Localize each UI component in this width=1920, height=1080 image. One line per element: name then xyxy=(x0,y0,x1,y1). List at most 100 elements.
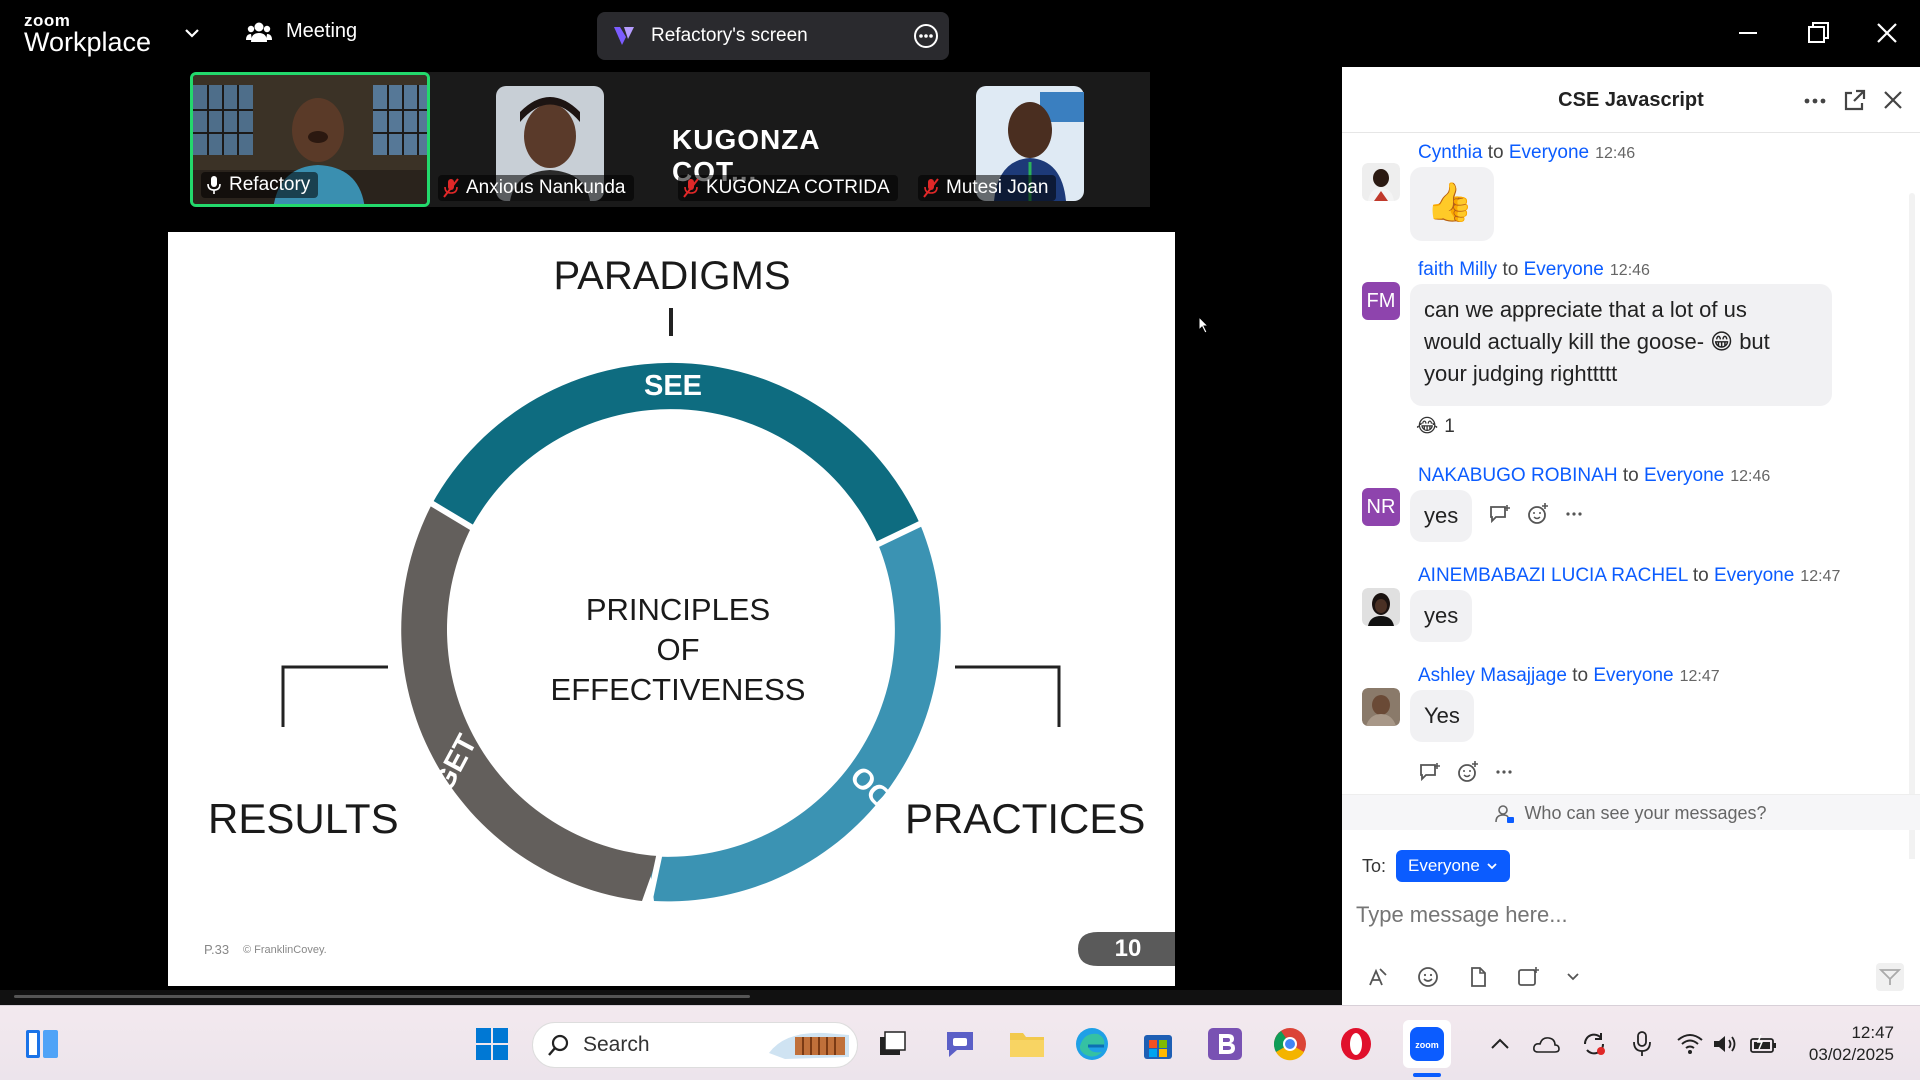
to-word: to xyxy=(1487,142,1504,163)
chat-message-bubble[interactable]: yes xyxy=(1410,590,1473,642)
format-text-icon[interactable] xyxy=(1366,965,1390,989)
more-icon[interactable] xyxy=(1494,762,1514,782)
recipient-name: Everyone xyxy=(1714,565,1795,586)
sender-name[interactable]: AINEMBABAZI LUCIA RACHEL xyxy=(1418,565,1688,586)
sender-name[interactable]: Cynthia xyxy=(1418,142,1482,163)
opera-icon[interactable] xyxy=(1336,1024,1376,1064)
avatar: NR xyxy=(1362,488,1400,526)
restore-icon[interactable] xyxy=(1803,18,1833,48)
person-lock-icon xyxy=(1495,805,1515,824)
chat-message-bubble[interactable]: yes xyxy=(1410,490,1473,542)
message-meta: faith Milly to Everyone 12:46 xyxy=(1418,259,1650,281)
sender-name[interactable]: NAKABUGO ROBINAH xyxy=(1418,465,1618,486)
search-highlight-image xyxy=(769,1032,849,1059)
edge-icon[interactable] xyxy=(1072,1024,1112,1064)
horizontal-scrollbar[interactable] xyxy=(14,995,750,998)
laugh-emoji-icon: 😂 xyxy=(1416,416,1439,437)
sender-name[interactable]: faith Milly xyxy=(1418,259,1497,280)
message-time: 12:46 xyxy=(1730,468,1771,485)
who-can-see-text: Who can see your messages? xyxy=(1524,803,1767,823)
recipient-name: Everyone xyxy=(1523,259,1604,280)
battery-icon[interactable] xyxy=(1744,1024,1784,1064)
reaction-chip[interactable]: 😂 1 xyxy=(1416,415,1455,438)
close-icon[interactable] xyxy=(1872,18,1902,48)
message-time: 12:46 xyxy=(1609,262,1650,279)
wifi-icon[interactable] xyxy=(1670,1024,1710,1064)
thumbs-up-message[interactable]: 👍 xyxy=(1410,167,1494,241)
chat-toolbar xyxy=(1366,965,1580,989)
chat-panel: CSE Javascript Cynthia to Everyone 12:46 … xyxy=(1342,67,1920,1005)
file-explorer-icon[interactable] xyxy=(1007,1024,1047,1064)
recipient-dropdown[interactable]: Everyone xyxy=(1396,850,1510,882)
sender-name[interactable]: Ashley Masajjage xyxy=(1418,665,1567,686)
video-tile-refactory[interactable]: Refactory xyxy=(190,72,430,207)
share-bottom-bar xyxy=(0,990,1342,1005)
more-options-icon[interactable] xyxy=(913,23,939,49)
recipient-value: Everyone xyxy=(1408,856,1480,875)
chat-header: CSE Javascript xyxy=(1342,67,1920,133)
reply-icon[interactable] xyxy=(1418,761,1442,783)
chevron-down-icon[interactable] xyxy=(183,24,201,42)
chevron-down-icon[interactable] xyxy=(1566,971,1580,983)
message-line: would actually kill the goose- 😁 but xyxy=(1424,329,1770,354)
minimize-icon[interactable] xyxy=(1733,18,1763,48)
add-reaction-icon[interactable] xyxy=(1456,760,1480,784)
emoji-icon[interactable] xyxy=(1416,965,1440,989)
add-reaction-icon[interactable] xyxy=(1526,502,1550,526)
message-meta: Ashley Masajjage to Everyone 12:47 xyxy=(1418,665,1720,687)
clock-time: 12:47 xyxy=(1851,1023,1894,1042)
refactory-app-icon xyxy=(614,27,634,45)
message-actions xyxy=(1418,760,1514,784)
message-meta: AINEMBABAZI LUCIA RACHEL to Everyone 12:4… xyxy=(1418,565,1840,587)
mic-muted-icon xyxy=(443,178,459,198)
chat-message-bubble[interactable]: can we appreciate that a lot of us would… xyxy=(1410,284,1832,406)
video-tile-mutesi-joan[interactable]: Mutesi Joan xyxy=(910,72,1150,207)
participant-name-tag: Anxious Nankunda xyxy=(438,175,634,201)
chat-message-input[interactable] xyxy=(1356,895,1896,935)
avatar: FM xyxy=(1362,282,1400,320)
taskbar-search[interactable]: Search xyxy=(532,1022,858,1068)
chat-message-bubble[interactable]: Yes xyxy=(1410,690,1474,742)
search-label: Search xyxy=(583,1033,650,1056)
send-icon[interactable] xyxy=(1876,963,1904,991)
participants-icon xyxy=(246,22,272,42)
video-tile-anxious-nankunda[interactable]: Anxious Nankunda xyxy=(430,72,670,207)
chevron-down-icon xyxy=(1487,863,1497,870)
close-chat-icon[interactable] xyxy=(1882,89,1904,111)
participant-name: KUGONZA COTRIDA xyxy=(706,177,890,198)
reply-icon[interactable] xyxy=(1488,503,1512,525)
slide-number: 10 xyxy=(1114,935,1142,962)
slide-page-ref: P.33 xyxy=(204,942,230,957)
widgets-icon[interactable] xyxy=(22,1024,62,1064)
screen-share-pill[interactable]: Refactory's screen xyxy=(597,12,949,60)
store-icon[interactable] xyxy=(1138,1024,1178,1064)
message-time: 12:46 xyxy=(1595,145,1636,162)
slide-copyright: © FranklinCovey. xyxy=(243,944,327,956)
volume-icon[interactable] xyxy=(1706,1024,1746,1064)
chrome-icon[interactable] xyxy=(1270,1024,1310,1064)
chat-messages: Cynthia to Everyone 12:46 👍 FM faith Mill… xyxy=(1342,133,1920,859)
teams-icon[interactable] xyxy=(940,1024,980,1064)
to-word: to xyxy=(1692,565,1709,586)
video-tile-kugonza-cotrida[interactable]: KUGONZA COT... KUGONZA COTRIDA xyxy=(670,72,910,207)
task-view-icon[interactable] xyxy=(872,1024,912,1064)
who-can-see-bar[interactable]: Who can see your messages? xyxy=(1342,794,1920,830)
more-icon[interactable] xyxy=(1802,91,1828,111)
chevron-up-icon[interactable] xyxy=(1480,1024,1520,1064)
bootstrap-icon[interactable] xyxy=(1205,1024,1245,1064)
more-icon[interactable] xyxy=(1564,504,1584,524)
clock-date: 03/02/2025 xyxy=(1808,1045,1894,1064)
screenshot-icon[interactable] xyxy=(1516,965,1540,989)
avatar xyxy=(1362,588,1400,626)
onedrive-icon[interactable] xyxy=(1526,1024,1566,1064)
start-icon[interactable] xyxy=(472,1024,512,1064)
clock[interactable]: 12:47 03/02/2025 xyxy=(1809,1022,1894,1066)
chat-scrollbar[interactable] xyxy=(1907,193,1917,859)
file-icon[interactable] xyxy=(1466,965,1490,989)
message-line: can we appreciate that a lot of us xyxy=(1424,297,1747,322)
sync-icon[interactable] xyxy=(1574,1024,1614,1064)
microphone-icon[interactable] xyxy=(1622,1024,1662,1064)
meeting-menu[interactable]: Meeting xyxy=(246,20,357,43)
zoom-app-icon[interactable]: zoom xyxy=(1403,1020,1451,1068)
popout-icon[interactable] xyxy=(1842,87,1868,113)
